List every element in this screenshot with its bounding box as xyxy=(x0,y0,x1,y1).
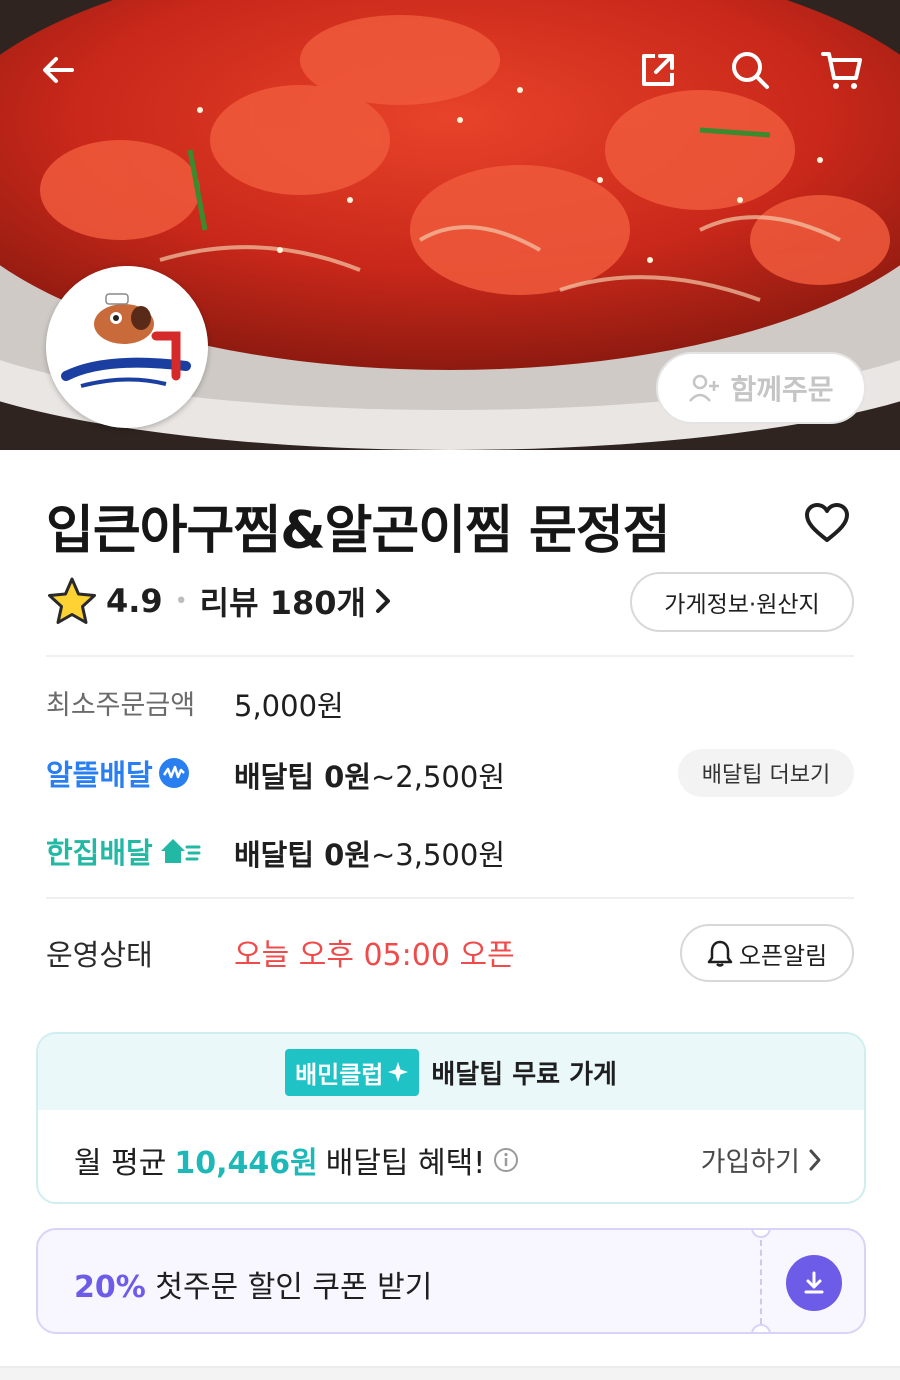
club-badge-label: 배민클럽 xyxy=(295,1060,384,1089)
cart-icon xyxy=(821,52,862,89)
review-link[interactable]: 리뷰 180개 xyxy=(200,578,392,624)
search-icon xyxy=(732,52,769,89)
favorite-button[interactable] xyxy=(800,496,854,550)
store-logo xyxy=(46,266,208,428)
min-order-label: 최소주문금액 xyxy=(46,690,196,721)
review-count: 리뷰 180개 xyxy=(199,584,366,622)
status-label: 운영상태 xyxy=(46,938,153,972)
delivery-type-label: 알뜰배달 xyxy=(46,758,153,792)
benefit-suffix: 배달팁 혜택! xyxy=(325,1146,486,1181)
club-benefit: 월 평균 10,446원 배달팁 혜택! xyxy=(74,1138,519,1182)
delivery-tip-single: 배달팁 0원~3,500원 xyxy=(234,832,505,874)
delivery-type-single: 한집배달 xyxy=(46,830,201,872)
rating-separator: • xyxy=(174,588,188,614)
chevron-right-icon xyxy=(809,1149,821,1170)
store-name: 입큰아구찜&알곤이찜 문정점 xyxy=(46,501,671,561)
divider xyxy=(46,655,854,657)
delivery-tip-range: ~2,500원 xyxy=(371,760,505,794)
tip-more-button[interactable]: 배달팁 더보기 xyxy=(678,749,854,797)
club-free-label: 배달팁 무료 가게 xyxy=(431,1059,617,1090)
hero-image: 함께주문 xyxy=(0,0,900,450)
section-separator xyxy=(0,1366,900,1380)
share-icon xyxy=(642,54,674,86)
wave-badge-icon xyxy=(158,758,189,788)
search-button[interactable] xyxy=(726,46,774,94)
fast-house-icon xyxy=(160,839,201,863)
delivery-tip-saver: 배달팁 0원~2,500원 xyxy=(234,754,505,796)
club-card[interactable]: 배민클럽 배달팁 무료 가게 월 평균 10,446원 배달팁 혜택! 가입하기 xyxy=(36,1032,866,1204)
sparkle-icon xyxy=(388,1062,409,1082)
club-header: 배민클럽 배달팁 무료 가게 xyxy=(38,1034,864,1110)
benefit-prefix: 월 평균 xyxy=(74,1146,167,1181)
club-badge: 배민클럽 xyxy=(285,1048,420,1096)
group-order-button[interactable]: 함께주문 xyxy=(656,352,866,424)
coupon-notch xyxy=(751,1324,771,1332)
benefit-amount: 10,446원 xyxy=(174,1146,318,1181)
delivery-tip-bold: 배달팁 0원 xyxy=(234,760,371,794)
info-icon[interactable] xyxy=(493,1147,519,1173)
delivery-type-saver: 알뜰배달 xyxy=(46,752,191,794)
open-alarm-label: 오픈알림 xyxy=(738,941,828,970)
status-value: 오늘 오후 05:00 오픈 xyxy=(234,938,515,973)
chevron-right-icon xyxy=(375,589,390,613)
rating-value: 4.9 xyxy=(106,582,163,620)
cart-button[interactable] xyxy=(818,46,866,94)
bell-icon xyxy=(707,940,733,967)
coupon-percent: 20% xyxy=(74,1270,146,1305)
download-icon xyxy=(804,1271,824,1294)
delivery-tip-range: ~3,500원 xyxy=(371,838,505,872)
star-icon xyxy=(48,577,96,624)
share-button[interactable] xyxy=(634,46,682,94)
heart-icon xyxy=(805,503,849,542)
divider xyxy=(46,897,854,899)
first-order-coupon[interactable]: 20% 첫주문 할인 쿠폰 받기 xyxy=(36,1228,866,1334)
coupon-download-button[interactable] xyxy=(786,1255,842,1311)
coupon-notch xyxy=(751,1230,771,1238)
delivery-type-label: 한집배달 xyxy=(46,836,153,870)
coupon-divider xyxy=(760,1240,762,1324)
open-alarm-button[interactable]: 오픈알림 xyxy=(680,924,854,982)
back-button[interactable] xyxy=(34,46,82,94)
rating-row: 4.9 • 리뷰 180개 xyxy=(46,575,392,627)
store-logo-graphic xyxy=(46,266,208,428)
join-link[interactable]: 가입하기 xyxy=(701,1140,822,1179)
add-user-icon xyxy=(689,374,720,402)
delivery-tip-bold: 배달팁 0원 xyxy=(234,838,371,872)
club-body: 월 평균 10,446원 배달팁 혜택! 가입하기 xyxy=(38,1110,864,1202)
coupon-label: 첫주문 할인 쿠폰 받기 xyxy=(155,1270,433,1305)
coupon-text: 20% 첫주문 할인 쿠폰 받기 xyxy=(74,1262,432,1306)
arrow-left-icon xyxy=(43,57,74,83)
group-order-label: 함께주문 xyxy=(730,373,834,406)
min-order-value: 5,000원 xyxy=(234,689,344,723)
join-label: 가입하기 xyxy=(700,1147,800,1178)
store-info-button[interactable]: 가게정보·원산지 xyxy=(630,572,854,632)
